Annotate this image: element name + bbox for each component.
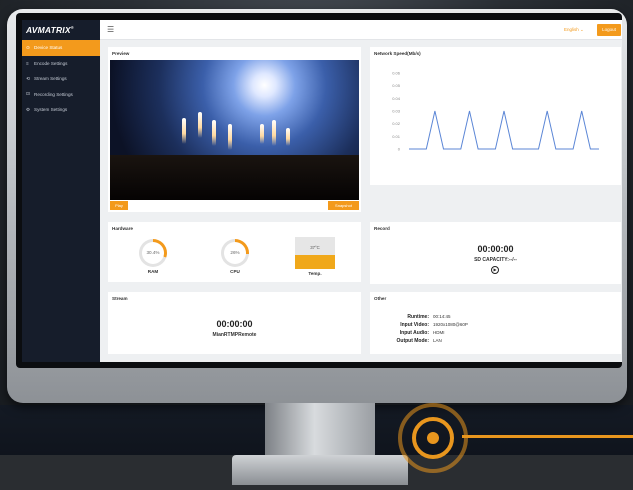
monitor-stand-neck bbox=[265, 403, 375, 458]
preview-video bbox=[110, 60, 359, 200]
stream-title: Stream bbox=[112, 296, 128, 301]
y-tick-label: 0.05 bbox=[392, 83, 401, 88]
info-value: 00:14:45 bbox=[433, 314, 451, 319]
y-tick-label: 0.04 bbox=[392, 96, 401, 101]
info-key: Runtime: bbox=[407, 314, 429, 320]
gear-icon: ⚙ bbox=[26, 106, 31, 112]
y-tick-label: 0.06 bbox=[392, 71, 401, 76]
target-icon bbox=[398, 403, 468, 473]
hardware-card: Hardware 30.4% RAM 26% CPU 37°C Temp. bbox=[108, 222, 361, 282]
sd-capacity: SD CAPACITY:--/-- bbox=[474, 257, 517, 263]
temperature-value: 37°C bbox=[310, 245, 320, 250]
preview-title: Preview bbox=[112, 51, 130, 56]
sidebar-item-recording-settings[interactable]: ⊡ Recording Settings bbox=[22, 87, 100, 103]
info-value: 1920x1080@60P bbox=[433, 322, 468, 327]
info-value: LAN bbox=[433, 338, 442, 343]
cpu-label: CPU bbox=[230, 269, 240, 274]
monitor-stand-base bbox=[232, 455, 408, 485]
other-title: Other bbox=[374, 296, 387, 301]
hardware-title: Hardware bbox=[112, 226, 133, 231]
network-speed-line bbox=[409, 110, 599, 150]
cpu-gauge: 26% bbox=[221, 239, 249, 267]
record-card: Record 00:00:00 SD CAPACITY:--/-- ▶ bbox=[370, 222, 621, 284]
play-button[interactable]: Play bbox=[110, 201, 128, 210]
accent-line bbox=[462, 435, 633, 438]
info-row: Runtime: 00:14:45 bbox=[374, 314, 451, 320]
record-icon: ⊡ bbox=[26, 91, 30, 97]
preview-card: Preview Play Snapshot bbox=[108, 47, 361, 212]
sidebar-item-label: Device Status bbox=[34, 45, 63, 51]
other-card: Other Runtime: 00:14:45 Input Video: 1920x1… bbox=[370, 292, 621, 354]
network-speed-card: Network Speed(Mb/s) 0.06 0.05 0.04 0.03 0.02… bbox=[370, 47, 621, 185]
ram-value: 30.4% bbox=[142, 242, 164, 264]
stream-card: Stream 00:00:00 MianRTMPRemote bbox=[108, 292, 361, 354]
topbar: ☰ English ⌄ Logout bbox=[100, 20, 622, 40]
info-key: Output Mode: bbox=[396, 338, 430, 344]
snapshot-button[interactable]: Snapshot bbox=[328, 201, 359, 210]
info-value: HDMI bbox=[433, 330, 445, 335]
network-speed-title: Network Speed(Mb/s) bbox=[374, 51, 421, 56]
info-row: Input Video: 1920x1080@60P bbox=[374, 322, 468, 328]
sidebar-item-label: Recording Settings bbox=[34, 91, 73, 97]
stream-name: MianRTMPRemote bbox=[212, 332, 257, 338]
y-tick-label: 0.03 bbox=[392, 109, 401, 114]
network-speed-chart: 0.06 0.05 0.04 0.03 0.02 0.01 0 bbox=[392, 71, 599, 152]
info-key: Input Audio: bbox=[399, 330, 429, 336]
y-tick-label: 0.01 bbox=[392, 134, 401, 139]
sliders-icon: ≡ bbox=[26, 60, 29, 66]
temperature-fill bbox=[295, 254, 335, 269]
menu-toggle-icon[interactable]: ☰ bbox=[107, 25, 114, 34]
logout-button[interactable]: Logout bbox=[597, 24, 621, 36]
temperature-meter: 37°C bbox=[295, 237, 335, 269]
gauge-icon: ⊙ bbox=[26, 44, 30, 50]
sidebar-item-system-settings[interactable]: ⚙ System Settings bbox=[22, 102, 100, 118]
y-tick-label: 0.02 bbox=[392, 121, 401, 126]
sidebar: AVMATRIX® ⊙ Device Status ≡ Encode Settings… bbox=[22, 20, 100, 362]
language-select[interactable]: English ⌄ bbox=[564, 27, 584, 33]
record-time: 00:00:00 bbox=[477, 244, 514, 254]
info-row: Output Mode: LAN bbox=[374, 338, 442, 344]
record-title: Record bbox=[374, 226, 390, 231]
sidebar-item-label: Encode Settings bbox=[34, 60, 68, 66]
app-screen: AVMATRIX® ⊙ Device Status ≡ Encode Settings… bbox=[22, 20, 622, 362]
sidebar-item-encode-settings[interactable]: ≡ Encode Settings bbox=[22, 56, 100, 72]
y-tick-label: 0 bbox=[398, 147, 401, 152]
logo: AVMATRIX® bbox=[26, 25, 74, 35]
sidebar-item-device-status[interactable]: ⊙ Device Status bbox=[22, 40, 100, 56]
stream-time: 00:00:00 bbox=[216, 319, 253, 329]
temperature-label: Temp. bbox=[308, 271, 322, 276]
info-key: Input Video: bbox=[400, 322, 429, 328]
ram-gauge: 30.4% bbox=[139, 239, 167, 267]
cpu-value: 26% bbox=[224, 242, 246, 264]
info-row: Input Audio: HDMI bbox=[374, 330, 445, 336]
ram-label: RAM bbox=[147, 269, 159, 274]
record-play-icon[interactable]: ▶ bbox=[491, 266, 499, 274]
stream-icon: ⟲ bbox=[26, 75, 30, 81]
sidebar-item-label: System Settings bbox=[34, 107, 68, 113]
sidebar-item-stream-settings[interactable]: ⟲ Stream Settings bbox=[22, 71, 100, 87]
sidebar-item-label: Stream Settings bbox=[34, 76, 67, 82]
